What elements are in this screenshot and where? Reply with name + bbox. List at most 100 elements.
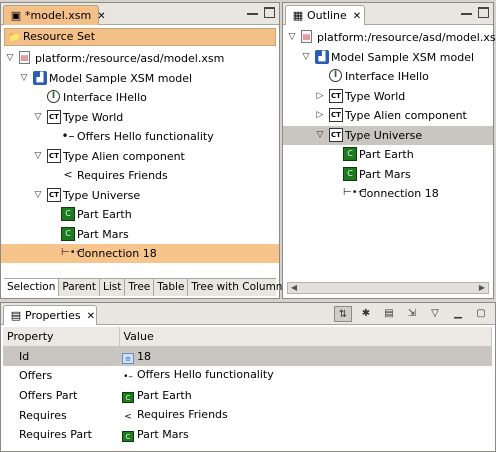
part-icon: C — [61, 226, 75, 241]
connection-icon: ⊢•⊣ — [343, 187, 367, 198]
tree-item-type-alien[interactable]: ▽ CT Type Alien component — [1, 147, 279, 166]
close-icon[interactable]: ✕ — [353, 11, 361, 22]
tab-parent[interactable]: Parent — [59, 279, 101, 296]
property-value[interactable]: C Part Earth — [119, 386, 492, 406]
resource-set-label: Resource Set — [23, 30, 96, 43]
properties-table: Property Value Id ≡ 18 Offers •– Offers He… — [3, 327, 492, 445]
outline-item-part-mars[interactable]: C Part Mars — [283, 165, 493, 184]
component-type-icon: CT — [47, 148, 61, 163]
property-row-offers-part[interactable]: Offers Part C Part Earth — [3, 386, 492, 406]
tab-tree-with-columns[interactable]: Tree with Columns — [188, 279, 292, 296]
part-icon: C — [343, 147, 357, 161]
maximize-button[interactable]: ▢ — [472, 306, 490, 322]
collapse-icon[interactable]: ▽ — [315, 126, 325, 145]
column-header-value[interactable]: Value — [119, 327, 492, 348]
property-row-requires[interactable]: Requires < Requires Friends — [3, 405, 492, 425]
editor-page-tabs: Selection Parent List Tree Table Tree wi… — [4, 278, 292, 296]
tab-list[interactable]: List — [100, 279, 126, 296]
connection-icon: ⊢•⊣ — [61, 247, 85, 258]
collapse-icon[interactable]: ▽ — [5, 49, 15, 68]
tree-item-offers[interactable]: •– Offers Hello functionality — [1, 127, 279, 146]
tab-properties[interactable]: ▤ Properties ✕ — [3, 305, 97, 325]
outline-horizontal-scrollbar[interactable]: ◀ ▶ — [287, 282, 489, 294]
tree-item-connection[interactable]: ⊢•⊣ Connection 18 — [1, 244, 279, 263]
tree-item-type-world[interactable]: ▽ CT Type World — [1, 108, 279, 127]
tree-item-label: Model Sample XSM model — [331, 50, 475, 64]
property-value[interactable]: •– Offers Hello functionality — [119, 366, 492, 386]
editor-tabbar: ▣ *model.xsm ✕ — [1, 3, 279, 25]
tree-item-type-universe[interactable]: ▽ CT Type Universe — [1, 186, 279, 205]
collapse-icon[interactable]: ▽ — [33, 186, 43, 205]
part-icon: C — [343, 166, 357, 181]
property-value[interactable]: < Requires Friends — [119, 405, 492, 425]
tree-item-label: Model Sample XSM model — [49, 71, 193, 85]
outline-item-type-universe[interactable]: ▽ CT Type Universe — [283, 125, 493, 145]
outline-item-interface[interactable]: I Interface IHello — [283, 67, 493, 86]
collapse-icon[interactable]: ▽ — [19, 69, 29, 88]
tree-item-label: Type Alien component — [345, 109, 467, 122]
tree-item-label: Offers Hello functionality — [77, 130, 214, 143]
restore-default-icon[interactable]: ⇲ — [403, 306, 421, 322]
scroll-right-icon[interactable]: ▶ — [476, 283, 488, 293]
filter-icon[interactable]: ▤ — [380, 306, 398, 322]
property-row-id[interactable]: Id ≡ 18 — [3, 346, 492, 367]
collapse-icon[interactable]: ▽ — [33, 108, 43, 127]
outline-item-model[interactable]: ▽ ▟ Model Sample XSM model — [283, 48, 493, 67]
show-advanced-icon[interactable]: ✱ — [357, 306, 375, 322]
outline-item-connection[interactable]: ⊢•⊣ Connection 18 — [283, 184, 493, 203]
property-name: Offers Part — [19, 389, 78, 403]
resource-set-header[interactable]: 📁 Resource Set — [4, 28, 276, 46]
component-type-icon: CT — [47, 187, 61, 202]
minimize-button[interactable] — [247, 7, 258, 15]
tree-item-model[interactable]: ▽ ▟ Model Sample XSM model — [1, 69, 279, 88]
property-value-text: 18 — [137, 349, 151, 363]
interface-icon: I — [329, 69, 342, 82]
tab-tree[interactable]: Tree — [125, 279, 155, 296]
tree-item-interface[interactable]: I Interface IHello — [1, 88, 279, 107]
scroll-left-icon[interactable]: ◀ — [288, 283, 300, 293]
column-header-property[interactable]: Property — [3, 327, 120, 348]
tree-item-label: Part Mars — [77, 227, 129, 241]
collapse-icon[interactable]: ▽ — [287, 28, 297, 47]
tree-item-label: Interface IHello — [345, 70, 429, 83]
tree-item-label: Requires Friends — [77, 169, 168, 182]
close-icon[interactable]: ✕ — [97, 11, 105, 22]
tree-item-part-earth[interactable]: C Part Earth — [1, 205, 279, 224]
maximize-button[interactable] — [478, 7, 489, 18]
tab-selection[interactable]: Selection — [4, 279, 60, 296]
maximize-button[interactable] — [264, 7, 275, 18]
tree-item-label: Type Universe — [345, 128, 423, 142]
offer-icon: •– — [123, 372, 133, 383]
property-row-offers[interactable]: Offers •– Offers Hello functionality — [3, 366, 492, 386]
tree-item-label: platform:/resource/asd/model.xsm — [317, 31, 496, 44]
view-menu-icon[interactable]: ▽ — [426, 306, 444, 322]
tree-item-part-mars[interactable]: C Part Mars — [1, 225, 279, 244]
expand-icon[interactable]: ▷ — [315, 87, 325, 106]
outline-item-resource[interactable]: ▽ ▤ platform:/resource/asd/model.xsm — [283, 28, 496, 47]
tree-item-resource[interactable]: ▽ ▤ platform:/resource/asd/model.xsm — [1, 49, 279, 68]
minimize-button[interactable] — [461, 7, 472, 15]
tab-model-xsm-label: *model.xsm — [25, 9, 92, 22]
tab-table[interactable]: Table — [154, 279, 189, 296]
collapse-icon[interactable]: ▽ — [301, 48, 311, 67]
outline-item-type-world[interactable]: ▷ CT Type World — [283, 87, 493, 106]
properties-icon: ▤ — [10, 309, 22, 322]
outline-item-type-alien[interactable]: ▷ CT Type Alien component — [283, 106, 493, 125]
tab-model-xsm[interactable]: ▣ *model.xsm ✕ — [3, 5, 106, 25]
collapse-icon[interactable]: ▽ — [33, 147, 43, 166]
outline-item-part-earth[interactable]: C Part Earth — [283, 145, 493, 164]
resource-set-icon: 📁 — [8, 32, 21, 43]
outline-window-buttons — [461, 7, 489, 18]
show-categories-icon[interactable]: ⇅ — [334, 306, 352, 322]
tree-item-requires[interactable]: < Requires Friends — [1, 166, 279, 185]
property-value[interactable]: C Part Mars — [119, 425, 492, 445]
editor-pane: ▣ *model.xsm ✕ 📁 Resource Set ▽ ▤ platform… — [0, 2, 292, 299]
close-icon[interactable]: ✕ — [87, 311, 95, 322]
outline-icon: ▦ — [292, 9, 304, 22]
property-row-requires-part[interactable]: Requires Part C Part Mars — [3, 425, 492, 445]
tab-outline[interactable]: ▦ Outline ✕ — [285, 5, 365, 25]
minimize-button[interactable]: ▁ — [449, 306, 467, 322]
expand-icon[interactable]: ▷ — [315, 106, 325, 125]
component-type-icon: CT — [47, 109, 61, 124]
property-value[interactable]: ≡ 18 — [119, 346, 492, 367]
